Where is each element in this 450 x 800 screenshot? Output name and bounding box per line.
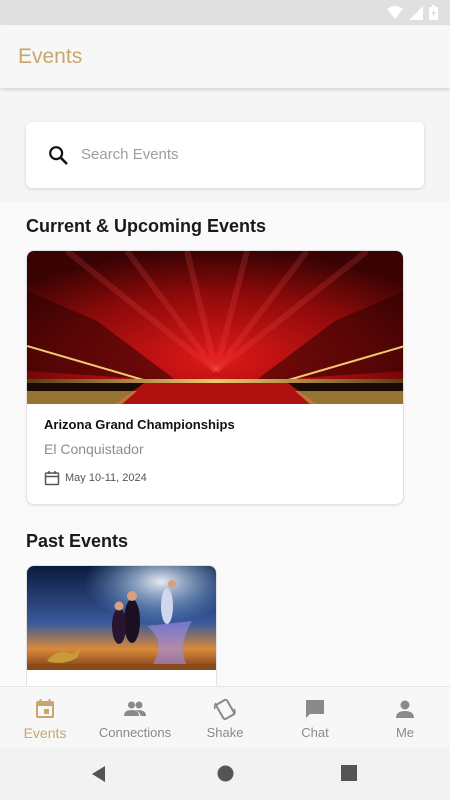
signal-icon	[409, 5, 423, 20]
nav-tab-events[interactable]: Events	[0, 687, 90, 748]
search-placeholder: Search Events	[81, 146, 179, 163]
event-date: May 10-11, 2024	[65, 472, 147, 484]
people-icon	[124, 701, 146, 716]
nav-tab-chat[interactable]: Chat	[270, 687, 360, 748]
page-title: Events	[18, 45, 83, 68]
nav-label-events: Events	[23, 725, 67, 741]
bottom-nav: Events Connections Shake Chat Me	[0, 686, 450, 748]
person-icon	[396, 700, 414, 718]
status-icons	[387, 5, 438, 20]
event-name: Arizona Grand Championships	[44, 417, 235, 432]
past-event-card[interactable]	[26, 565, 217, 686]
status-bar	[0, 0, 450, 25]
battery-icon	[429, 5, 438, 20]
back-icon[interactable]	[90, 765, 108, 783]
nav-label-shake: Shake	[206, 725, 244, 740]
shake-icon	[213, 698, 236, 721]
recents-icon[interactable]	[341, 765, 357, 781]
home-icon[interactable]	[217, 765, 234, 782]
nav-label-chat: Chat	[301, 725, 329, 740]
calendar-icon	[36, 699, 54, 718]
nav-tab-connections[interactable]: Connections	[90, 687, 180, 748]
section-title-past: Past Events	[26, 531, 129, 551]
past-event-image-dancers	[27, 566, 216, 670]
events-content[interactable]: Search Events Current & Upcoming Events	[0, 88, 450, 686]
wifi-icon	[387, 5, 403, 19]
search-input[interactable]: Search Events	[26, 122, 424, 188]
event-card[interactable]: Arizona Grand Championships El Conquista…	[26, 250, 404, 505]
section-title-current: Current & Upcoming Events	[26, 216, 267, 236]
event-venue: El Conquistador	[44, 441, 144, 457]
chat-icon	[306, 700, 324, 718]
search-area: Search Events	[0, 88, 450, 203]
nav-tab-me[interactable]: Me	[360, 687, 450, 748]
app-bar: Events	[0, 25, 450, 88]
search-icon	[49, 146, 68, 165]
event-image-red-stage	[27, 251, 403, 404]
nav-label-me: Me	[395, 725, 415, 740]
system-nav-bar	[0, 748, 450, 800]
nav-label-connections: Connections	[98, 725, 172, 740]
nav-tab-shake[interactable]: Shake	[180, 687, 270, 748]
calendar-icon	[44, 471, 60, 486]
